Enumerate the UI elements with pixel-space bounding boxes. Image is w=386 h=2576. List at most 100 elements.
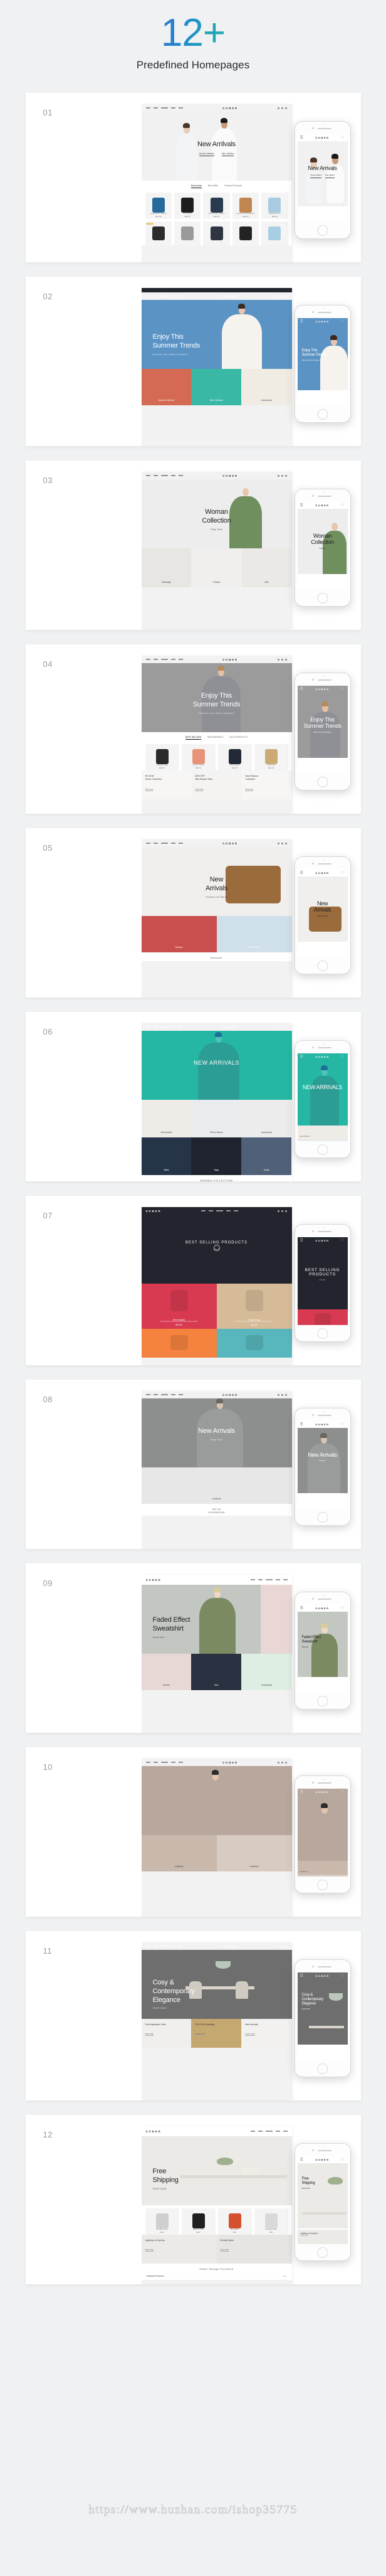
mock-category-tile[interactable]: Accessories — [241, 1654, 292, 1690]
phone-home-button[interactable] — [317, 409, 328, 420]
mock-product-card[interactable]: Straw Hat $25.00 — [254, 744, 288, 770]
phone-menu-icon[interactable]: ☰ — [300, 2158, 305, 2162]
mock-product-block[interactable] — [216, 1329, 292, 1358]
mock-promo-tile[interactable]: 50% OFF Mid-Season Sale Shop Now — [191, 770, 242, 799]
phone-category-tile[interactable]: Shirt & Blouse — [297, 1139, 348, 1141]
mock-tab[interactable]: NEW ARRIVALS — [207, 736, 223, 740]
mock-tab[interactable]: New Arrival — [190, 184, 202, 188]
mock-category-tile[interactable]: Hats — [241, 548, 292, 587]
homepage-card[interactable]: SOBER search-iconuser-iconcart-icon New … — [25, 93, 361, 262]
mock-product-card[interactable]: Denim Shirt $49.00 — [217, 744, 252, 770]
mock-product-block[interactable] — [141, 1329, 217, 1358]
mock-category-tile[interactable]: Lookbook — [141, 1467, 292, 1504]
homepage-card[interactable]: SOBER Faded Effect Sweatshirt Shop Now Wo… — [25, 1563, 361, 1733]
phone-home-button[interactable] — [317, 1144, 328, 1155]
mock-category-tile[interactable]: Shirts & Tops — [216, 916, 292, 952]
mock-product-tabs[interactable]: BEST SELLERS NEW ARRIVALS SALE PRODUCTS — [141, 732, 292, 741]
mock-hero-links[interactable]: Woman Collection Man Collection — [142, 152, 292, 156]
phone-menu-icon[interactable]: ☰ — [300, 136, 305, 140]
homepage-card[interactable]: SOBER search-iconuser-iconcart-icon New … — [25, 828, 361, 998]
homepage-card[interactable]: SOBER search-iconuser-iconcart-icon NEW … — [25, 1012, 361, 1181]
mock-promo-cta[interactable]: EXPLORE — [145, 2249, 154, 2252]
mock-tab[interactable]: BEST SELLERS — [185, 736, 202, 740]
homepage-card[interactable]: SOBER Free Shipping SHOP NOW Pendant Lamp… — [25, 2115, 361, 2284]
phone-menu-icon[interactable]: ☰ — [300, 687, 305, 691]
homepage-card[interactable]: SOBER searchusercart BEST SELLING PRODUC… — [25, 1196, 361, 1365]
mock-product-card[interactable]: Ceramic Plate $30 — [254, 2208, 288, 2235]
mock-featured-more-link[interactable]: more — [283, 2275, 286, 2277]
mock-promo-tile[interactable]: Lighting on Express EXPLORE — [141, 2235, 217, 2264]
mock-promo-cta[interactable]: Shop Now — [195, 788, 204, 791]
phone-promo-cta[interactable]: EXPLORE — [301, 2235, 345, 2237]
mock-category-tile[interactable]: Outwear — [191, 548, 242, 587]
mock-promo-tile[interactable]: Find Inspiration Here EXPLORE — [141, 2019, 192, 2048]
phone-menu-icon[interactable]: ☰ — [300, 503, 305, 508]
homepage-card[interactable]: SOBER search-iconuser-iconcart-icon Look… — [25, 1747, 361, 1917]
phone-home-button[interactable] — [317, 1512, 328, 1523]
phone-hero-links[interactable]: Woman Collection Man Collection — [298, 174, 348, 178]
mock-promo-cta[interactable]: Shop Now — [145, 788, 154, 791]
mock-promo-tile[interactable]: New Arrivals SHOP NOW — [241, 2019, 292, 2048]
mock-product-tabs[interactable]: New Arrival Best Seller Featured Products — [141, 181, 292, 189]
mock-category-tile[interactable]: Handbags — [141, 548, 192, 587]
mock-promo-tile[interactable]: SS 2018 Shoes Collection Shop Now — [141, 770, 192, 799]
phone-wishlist-icon[interactable]: ♡ — [341, 2158, 345, 2162]
mock-product-card[interactable]: Light Blue Shirt $39.00 — [261, 193, 288, 219]
mock-product-card[interactable]: Pendant Lamp $120 — [145, 2208, 179, 2235]
phone-category-tile[interactable]: New Arrivals — [297, 1126, 348, 1139]
mock-product-card[interactable]: Cotton T-Shirt $29.00 — [181, 744, 216, 770]
phone-wishlist-icon[interactable]: ♡ — [341, 1055, 345, 1059]
phone-menu-icon[interactable]: ☰ — [300, 1238, 305, 1243]
phone-home-button[interactable] — [317, 2063, 328, 2074]
mock-product-card[interactable] — [261, 221, 288, 245]
mock-category-tile[interactable]: Woman Collection — [141, 369, 192, 405]
phone-wishlist-icon[interactable]: ♡ — [341, 319, 345, 324]
phone-menu-icon[interactable]: ☰ — [300, 1055, 305, 1059]
mock-product-block[interactable]: Red Hoodie Totam aperiam, eaque ipsa qua… — [141, 1284, 217, 1329]
mock-category-tile[interactable]: Accessories — [241, 369, 292, 405]
phone-wishlist-icon[interactable]: ♡ — [341, 136, 345, 140]
phone-home-button[interactable] — [317, 961, 328, 971]
phone-wishlist-icon[interactable]: ♡ — [341, 1422, 345, 1427]
phone-menu-icon[interactable]: ☰ — [300, 319, 305, 324]
mock-product-card[interactable]: Eames Chair $210 — [181, 2208, 216, 2235]
mock-category-tile[interactable]: Skirts — [141, 1137, 192, 1175]
mock-hero-link-2[interactable]: Man Collection — [221, 152, 234, 156]
phone-wishlist-icon[interactable]: ♡ — [341, 871, 345, 875]
mock-product-card[interactable]: Leather Tan Backpack $99.00 — [232, 193, 259, 219]
mock-promo-cta[interactable]: Shop Now — [245, 788, 254, 791]
homepage-card[interactable]: SOBER search-iconuser-iconcart-icon Woma… — [25, 460, 361, 630]
mock-product-card[interactable]: Light Denim Jacket $49.00 — [145, 193, 172, 219]
phone-wishlist-icon[interactable]: ♡ — [341, 1974, 345, 1978]
mock-tab[interactable]: Featured Products — [224, 184, 242, 188]
phone-wishlist-icon[interactable]: ♡ — [341, 1238, 345, 1243]
mock-category-tile[interactable]: Shirt & Blouse — [191, 1100, 242, 1137]
mock-promo-tile[interactable]: New Season Collection Shop Now — [241, 770, 292, 799]
mock-product-card[interactable] — [203, 221, 230, 245]
phone-home-button[interactable] — [317, 1696, 328, 1706]
mock-category-tile[interactable]: Lookbook — [216, 1835, 292, 1871]
phone-home-button[interactable] — [317, 593, 328, 604]
mock-category-tile[interactable]: Man Collection — [191, 369, 242, 405]
mock-promo-tile[interactable]: 25% Off Everything SHOP NOW — [191, 2019, 242, 2048]
phone-home-button[interactable] — [317, 1880, 328, 1890]
phone-wishlist-icon[interactable]: ♡ — [341, 1606, 345, 1610]
phone-wishlist-icon[interactable]: ♡ — [341, 1790, 345, 1794]
phone-home-button[interactable] — [317, 2247, 328, 2258]
phone-promo-tile[interactable]: Lighting on Express EXPLORE — [297, 2230, 348, 2244]
phone-hero-link-1[interactable]: Woman Collection — [310, 174, 322, 178]
phone-wishlist-icon[interactable]: ♡ — [341, 687, 345, 691]
mock-product-block[interactable]: Khaki Short Totam aperiam, eaque ipsa qu… — [216, 1284, 292, 1329]
mock-promo-tile[interactable]: Dining Chairs EXPLORE — [216, 2235, 292, 2264]
mock-promo-cta[interactable]: EXPLORE — [220, 2249, 229, 2252]
phone-menu-icon[interactable]: ☰ — [300, 1422, 305, 1427]
homepage-card[interactable]: SOBER search-iconuser-iconcart-icon Enjo… — [25, 644, 361, 814]
phone-menu-icon[interactable]: ☰ — [300, 1974, 305, 1978]
mock-category-tile[interactable]: Woman — [141, 1654, 192, 1690]
mock-tab[interactable]: Best Seller — [208, 184, 218, 188]
mock-product-card[interactable] — [174, 221, 201, 245]
phone-menu-icon[interactable]: ☰ — [300, 1790, 305, 1794]
mock-category-tile[interactable]: Man — [191, 1654, 242, 1690]
mock-product-card[interactable]: Crow Bird $89.00 — [174, 193, 201, 219]
homepage-card[interactable]: SOBER search-iconuser-iconcart-icon New … — [25, 1380, 361, 1549]
